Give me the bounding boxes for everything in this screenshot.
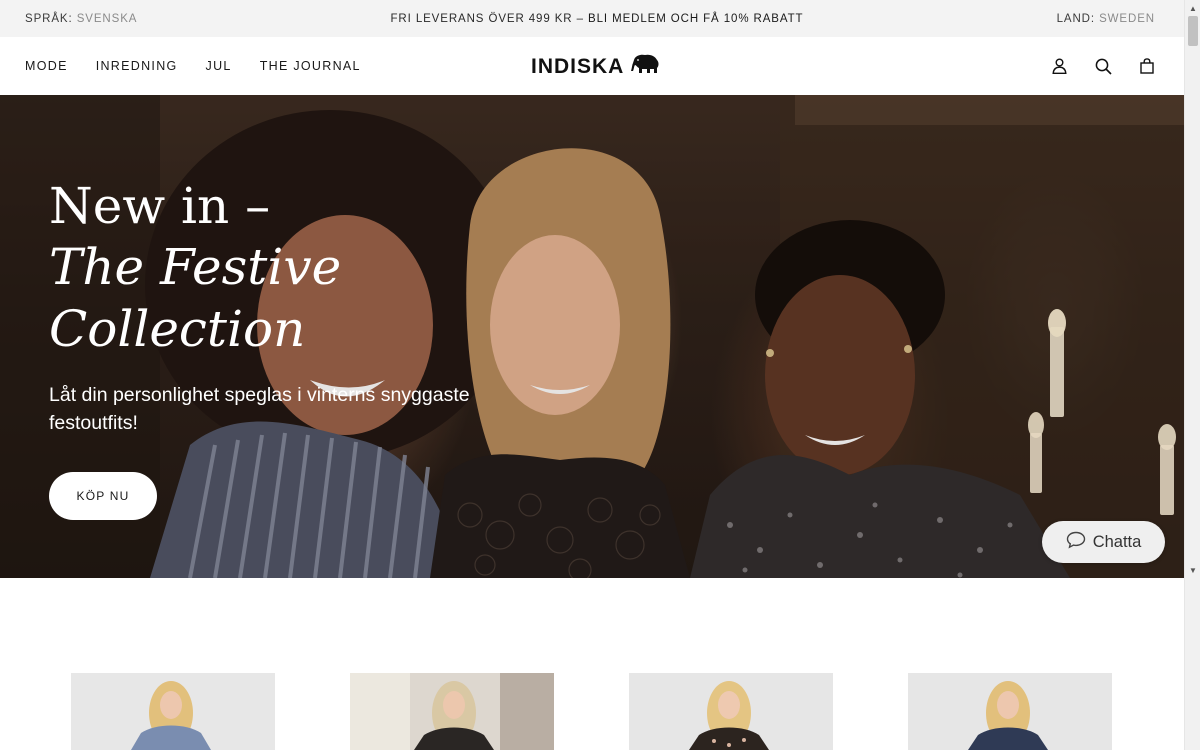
site-logo[interactable]: INDISKA bbox=[531, 53, 660, 80]
hero-subtitle: Låt din personlighet speglas i vinterns … bbox=[49, 384, 470, 434]
account-icon[interactable] bbox=[1050, 57, 1068, 75]
scrollbar-thumb[interactable] bbox=[1188, 16, 1198, 46]
hero-title-line-2: The Festive bbox=[49, 238, 342, 296]
shop-now-button[interactable]: KÖP NU bbox=[49, 472, 157, 520]
product-image bbox=[71, 673, 275, 750]
hero-text-block: New in – The Festive Collection Låt din … bbox=[49, 176, 519, 437]
chat-button[interactable]: Chatta bbox=[1042, 521, 1165, 563]
elephant-icon bbox=[630, 53, 660, 80]
product-image bbox=[908, 673, 1112, 750]
top-announcement-bar: SPRÅK: SVENSKA FRI LEVERANS ÖVER 499 KR … bbox=[0, 0, 1184, 37]
promo-prefix: FRI LEVERANS ÖVER 499 KR – bbox=[390, 12, 584, 25]
bag-icon[interactable] bbox=[1138, 57, 1156, 75]
nav-item-mode[interactable]: MODE bbox=[25, 59, 68, 73]
promo-message[interactable]: FRI LEVERANS ÖVER 499 KR – BLI MEDLEM OC… bbox=[391, 13, 804, 25]
chat-label: Chatta bbox=[1092, 532, 1142, 551]
product-image bbox=[350, 673, 554, 750]
main-nav: MODE INREDNING JUL THE JOURNAL bbox=[25, 59, 361, 73]
site-header: MODE INREDNING JUL THE JOURNAL INDISKA bbox=[0, 37, 1184, 95]
page-scrollbar[interactable]: ▲ ▼ bbox=[1184, 0, 1200, 750]
promo-highlight: BLI MEDLEM OCH FÅ 10% RABATT bbox=[588, 12, 804, 25]
nav-item-jul[interactable]: JUL bbox=[206, 59, 232, 73]
search-icon[interactable] bbox=[1094, 57, 1112, 75]
hero-title-line-3: Collection bbox=[49, 300, 306, 358]
language-selector[interactable]: SPRÅK: SVENSKA bbox=[25, 13, 137, 25]
language-value: SVENSKA bbox=[76, 12, 138, 25]
scroll-down-arrow-icon[interactable]: ▼ bbox=[1185, 562, 1200, 578]
chat-bubble-icon bbox=[1066, 531, 1086, 554]
country-value: SWEDEN bbox=[1099, 12, 1155, 25]
hero-banner[interactable]: New in – The Festive Collection Låt din … bbox=[0, 95, 1184, 578]
nav-item-the-journal[interactable]: THE JOURNAL bbox=[260, 59, 361, 73]
page: SPRÅK: SVENSKA FRI LEVERANS ÖVER 499 KR … bbox=[0, 0, 1184, 750]
product-card[interactable] bbox=[71, 673, 275, 750]
country-selector[interactable]: LAND: SWEDEN bbox=[1057, 13, 1155, 25]
header-actions bbox=[1050, 57, 1156, 75]
product-card[interactable] bbox=[908, 673, 1112, 750]
product-card[interactable] bbox=[629, 673, 833, 750]
product-grid bbox=[0, 673, 1184, 750]
logo-text: INDISKA bbox=[531, 54, 625, 78]
country-label: LAND: bbox=[1056, 12, 1095, 25]
product-image bbox=[629, 673, 833, 750]
product-card[interactable] bbox=[350, 673, 554, 750]
hero-title-line-1: New in – bbox=[49, 177, 271, 235]
language-label: SPRÅK: bbox=[25, 12, 73, 25]
nav-item-inredning[interactable]: INREDNING bbox=[96, 59, 178, 73]
scroll-up-arrow-icon[interactable]: ▲ bbox=[1185, 0, 1200, 16]
